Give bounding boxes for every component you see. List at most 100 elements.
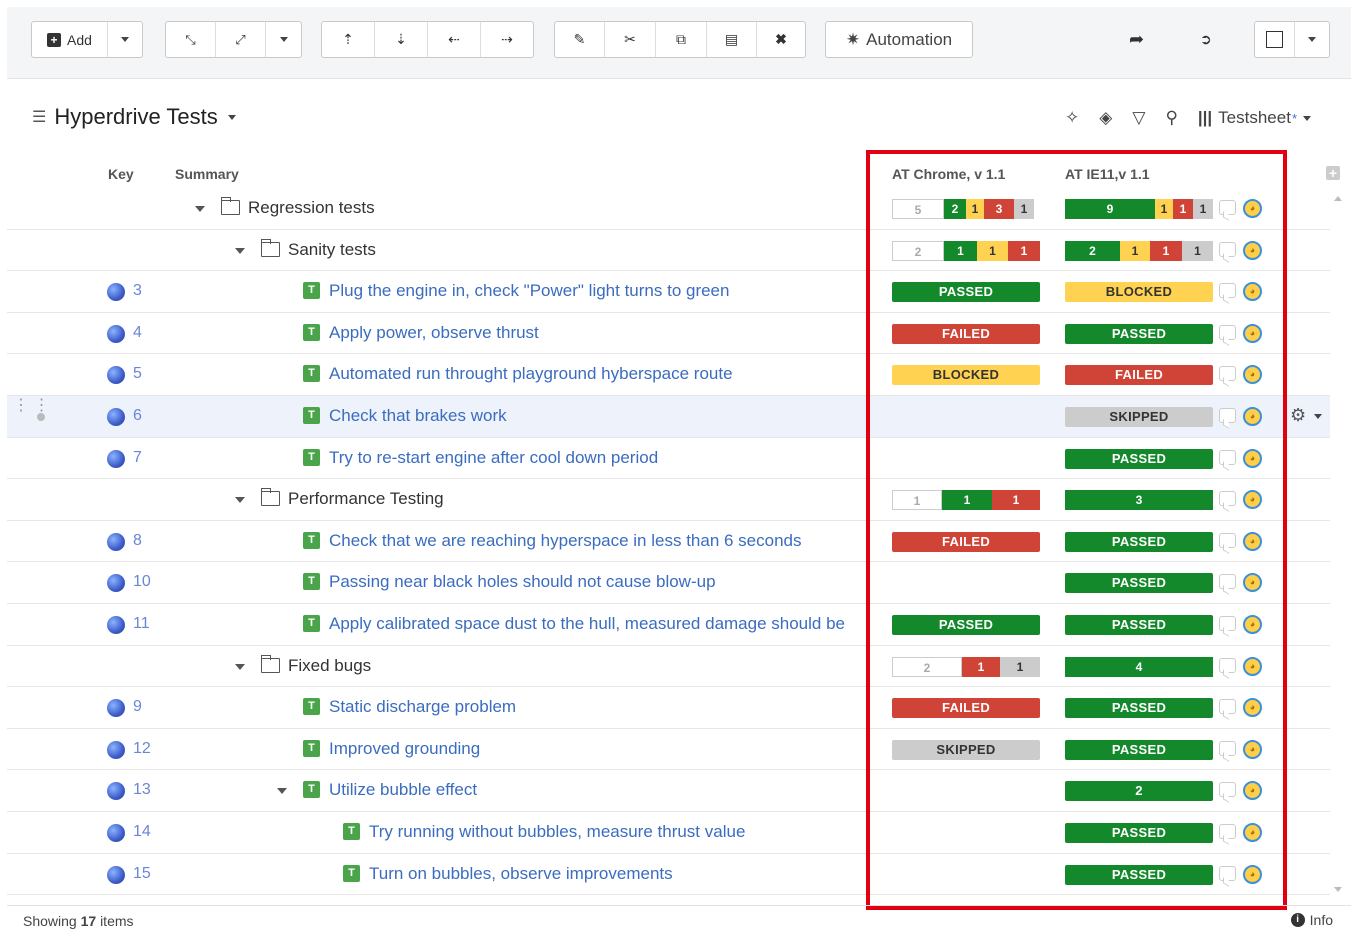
layers-icon[interactable]: ◈	[1099, 108, 1112, 128]
issue-key[interactable]: 11	[133, 615, 150, 633]
table-row[interactable]: 11 T Apply calibrated space dust to the hu…	[7, 604, 1330, 646]
assignee-avatar[interactable]: ◕	[1243, 282, 1262, 302]
assignee-avatar[interactable]: ◕	[1243, 365, 1262, 385]
comment-icon[interactable]	[1219, 200, 1236, 215]
issue-key[interactable]: 14	[133, 823, 151, 841]
comment-icon[interactable]	[1219, 491, 1236, 507]
chevron-down-icon[interactable]	[1314, 413, 1322, 419]
table-row[interactable]: 8 T Check that we are reaching hyperspace …	[7, 521, 1330, 563]
issue-key[interactable]: 12	[133, 740, 151, 758]
ie-status-badge[interactable]: PASSED	[1065, 448, 1213, 469]
scrollbar[interactable]	[1331, 188, 1345, 900]
comment-icon[interactable]	[1219, 324, 1236, 340]
assignee-avatar[interactable]: ◕	[1243, 698, 1262, 718]
filter-icon[interactable]: ▽	[1132, 108, 1145, 128]
expand-dropdown[interactable]	[266, 22, 301, 57]
assignee-avatar[interactable]: ◕	[1243, 531, 1262, 551]
folder-label[interactable]: Sanity tests	[288, 240, 376, 260]
assignee-avatar[interactable]: ◕	[1243, 739, 1262, 759]
ie-column-header[interactable]: AT IE11,v 1.1	[1065, 166, 1150, 182]
issue-summary[interactable]: Automated run throught playground hybers…	[329, 364, 733, 384]
comment-icon[interactable]	[1219, 283, 1236, 299]
comment-icon[interactable]	[1219, 532, 1236, 548]
folder-label[interactable]: Fixed bugs	[288, 656, 371, 676]
gear-icon[interactable]: ⚙	[1290, 405, 1306, 426]
cut-button[interactable]: ✂	[605, 22, 656, 57]
chevron-down-icon[interactable]	[235, 663, 245, 670]
assignee-avatar[interactable]: ◕	[1243, 490, 1262, 510]
issue-key[interactable]: 6	[133, 407, 142, 425]
ie-status-badge[interactable]: PASSED	[1065, 573, 1213, 594]
issue-key[interactable]: 15	[133, 865, 151, 883]
chrome-column-header[interactable]: AT Chrome, v 1.1	[892, 166, 1005, 182]
folder-row[interactable]: Performance Testing 1 1 1 3 ◕	[7, 479, 1330, 521]
chrome-summary-bar[interactable]: 52131	[892, 199, 1034, 219]
issue-summary[interactable]: Try to re-start engine after cool down p…	[329, 448, 658, 468]
info-button[interactable]: i Info	[1290, 912, 1333, 928]
assignee-avatar[interactable]: ◕	[1243, 573, 1262, 593]
move-down-button[interactable]: ⇣	[375, 22, 428, 57]
chrome-status-badge[interactable]: SKIPPED	[892, 739, 1040, 760]
export-icon[interactable]: ➲	[1200, 31, 1212, 48]
ie-summary-bar[interactable]: 3	[1065, 490, 1213, 511]
chevron-down-icon[interactable]	[195, 206, 205, 212]
folder-row[interactable]: Fixed bugs 2 1 1 4 ◕	[7, 646, 1330, 688]
ie-status-badge[interactable]: PASSED	[1065, 864, 1213, 885]
key-column-header[interactable]: Key	[108, 166, 134, 182]
issue-key[interactable]: 8	[133, 532, 142, 550]
outdent-button[interactable]: ⇠	[428, 22, 481, 57]
comment-icon[interactable]	[1219, 657, 1236, 673]
issue-summary[interactable]: Check that brakes work	[329, 406, 507, 426]
issue-summary[interactable]: Apply calibrated space dust to the hull,…	[329, 614, 845, 634]
ie-summary-bar[interactable]: 2111	[1065, 240, 1213, 261]
ie-status-badge[interactable]: FAILED	[1065, 365, 1213, 386]
assignee-avatar[interactable]: ◕	[1243, 864, 1262, 884]
issue-summary[interactable]: Check that we are reaching hyperspace in…	[329, 531, 802, 551]
table-row[interactable]: 4 T Apply power, observe thrust FAILED PASSE…	[7, 313, 1330, 355]
issue-summary[interactable]: Try running without bubbles, measure thr…	[369, 822, 745, 842]
ie-summary-bar[interactable]: 2	[1065, 781, 1213, 802]
chrome-status-badge[interactable]: BLOCKED	[892, 365, 1040, 386]
table-row[interactable]: 9 T Static discharge problem FAILED PASSED ◕	[7, 687, 1330, 729]
issue-key[interactable]: 10	[133, 573, 151, 591]
table-row[interactable]: ⋮ ⋮ ⚙ 6 T Check that brakes work SKIPPED ◕	[7, 395, 1330, 438]
assignee-avatar[interactable]: ◕	[1243, 199, 1262, 218]
folder-row[interactable]: Regression tests 5 2 1 3 1 9 1 1 1 ◕	[7, 188, 1330, 230]
chrome-summary-bar[interactable]: 2111	[892, 240, 1040, 261]
assignee-avatar[interactable]: ◕	[1243, 614, 1262, 634]
share-icon[interactable]: ➦	[1129, 29, 1144, 50]
comment-icon[interactable]	[1219, 615, 1236, 631]
chrome-status-badge[interactable]: FAILED	[892, 531, 1040, 552]
ie-status-badge[interactable]: PASSED	[1065, 323, 1213, 344]
layout-button[interactable]	[1255, 22, 1295, 57]
issue-key[interactable]: 13	[133, 781, 151, 799]
layout-dropdown[interactable]	[1295, 22, 1329, 57]
issue-key[interactable]: 9	[133, 698, 142, 716]
issue-summary[interactable]: Passing near black holes should not caus…	[329, 572, 716, 592]
pin-icon[interactable]: ✧	[1065, 108, 1079, 128]
comment-icon[interactable]	[1219, 574, 1236, 590]
issue-key[interactable]: 3	[133, 282, 142, 300]
assignee-avatar[interactable]: ◕	[1243, 448, 1262, 468]
scroll-up-icon[interactable]	[1334, 196, 1342, 201]
add-button[interactable]: + Add	[32, 22, 108, 57]
ie-status-badge[interactable]: PASSED	[1065, 614, 1213, 635]
ie-status-badge[interactable]: BLOCKED	[1065, 282, 1213, 303]
comment-icon[interactable]	[1219, 740, 1236, 756]
automation-button[interactable]: ✷ Automation	[826, 22, 972, 57]
copy-button[interactable]: ⧉	[656, 22, 707, 57]
comment-icon[interactable]	[1219, 407, 1236, 423]
ie-status-badge[interactable]: PASSED	[1065, 739, 1213, 760]
summary-column-header[interactable]: Summary	[175, 166, 239, 182]
chrome-status-badge[interactable]: FAILED	[892, 698, 1040, 719]
issue-summary[interactable]: Static discharge problem	[329, 697, 516, 717]
table-row[interactable]: 12 T Improved grounding SKIPPED PASSED ◕	[7, 729, 1330, 771]
assignee-avatar[interactable]: ◕	[1243, 323, 1262, 343]
comment-icon[interactable]	[1219, 241, 1236, 257]
move-up-button[interactable]: ⇡	[322, 22, 375, 57]
delete-button[interactable]: ✖	[757, 22, 805, 57]
drag-handle-icon[interactable]: ⋮ ⋮	[13, 397, 49, 413]
paste-button[interactable]: ▤	[707, 22, 757, 57]
issue-summary[interactable]: Improved grounding	[329, 739, 480, 759]
table-row[interactable]: 7 T Try to re-start engine after cool down…	[7, 438, 1330, 480]
